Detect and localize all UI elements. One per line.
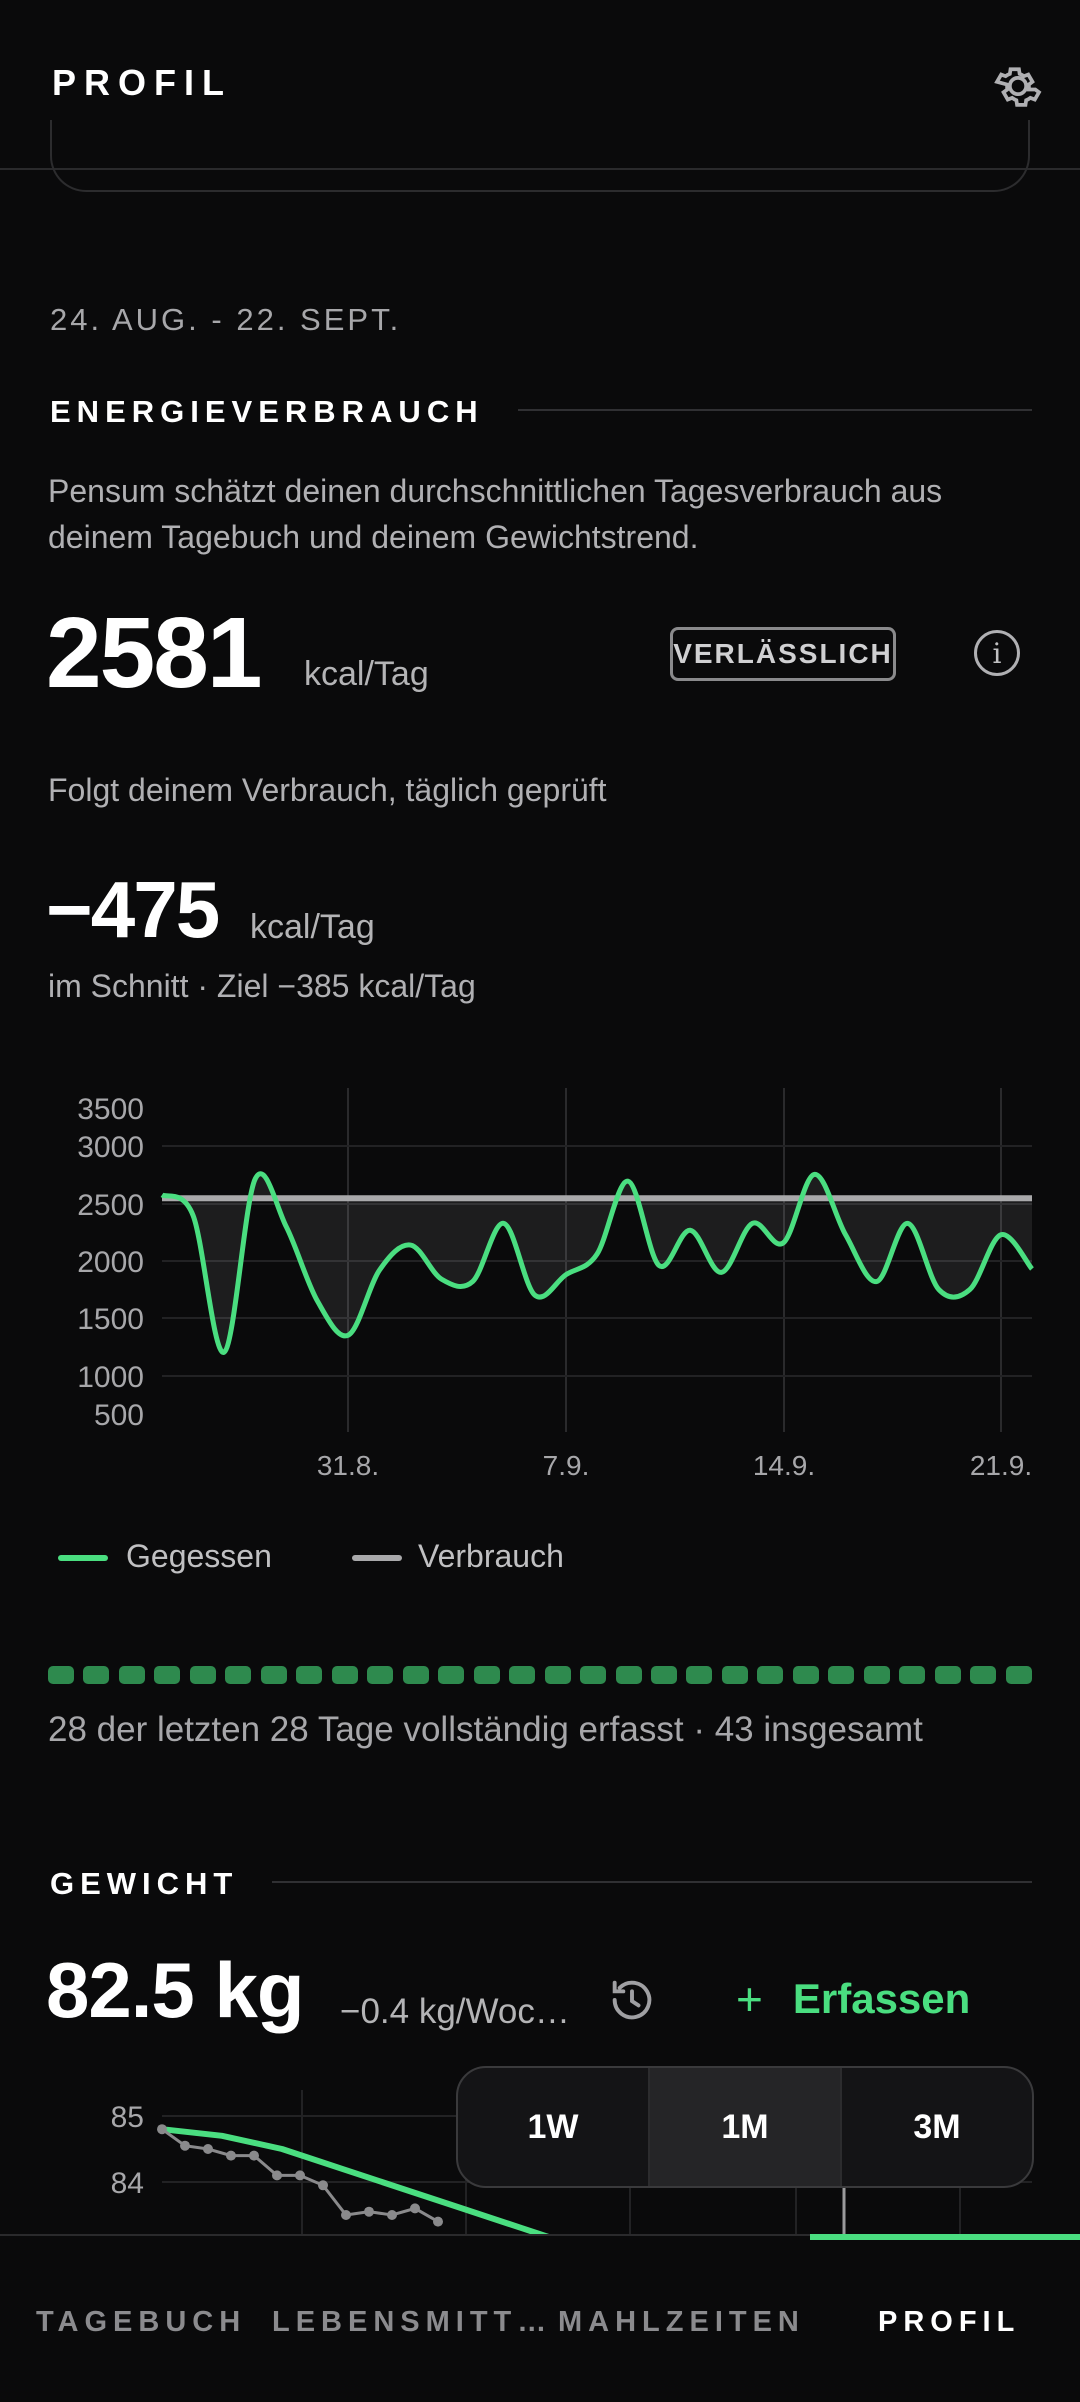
legend-swatch-expenditure — [352, 1555, 402, 1561]
energy-value: 2581 — [46, 597, 262, 709]
energy-unit: kcal/Tag — [304, 655, 429, 693]
day-complete-dot — [899, 1666, 926, 1684]
nav-active-indicator — [810, 2234, 1080, 2240]
weight-rate: −0.4 kg/Woc… — [340, 1992, 570, 2031]
info-icon[interactable]: i — [974, 630, 1020, 676]
range-1m[interactable]: 1M — [648, 2068, 840, 2186]
y-tick-label: 3000 — [77, 1131, 144, 1164]
weight-value: 82.5 kg — [46, 1946, 305, 2034]
weight-point — [249, 2150, 259, 2161]
nav-tab-foods[interactable]: LEBENSMITT… — [272, 2306, 552, 2339]
day-complete-dot — [331, 1666, 358, 1684]
section-title-energy: ENERGIEVERBRAUCH — [50, 394, 484, 429]
weight-point — [203, 2144, 213, 2154]
energy-chart: 3500 3000 2500 2000 1500 1000 500 31.8. 7.9. 14.9… — [77, 1088, 1034, 1481]
weight-point — [295, 2170, 305, 2181]
weight-point — [318, 2180, 328, 2191]
weight-point — [341, 2210, 351, 2220]
deficit-unit: kcal/Tag — [250, 908, 375, 946]
day-complete-dot — [189, 1666, 216, 1684]
weight-point — [364, 2206, 374, 2217]
day-complete-dot — [650, 1666, 677, 1684]
section-divider — [518, 409, 1032, 411]
y-tick-label: 85 — [111, 2101, 144, 2134]
range-1w[interactable]: 1W — [458, 2068, 648, 2186]
section-title-weight: GEWICHT — [50, 1866, 239, 1901]
y-tick-label: 1000 — [77, 1361, 144, 1394]
range-selector: 1W 1M 3M — [456, 2066, 1034, 2188]
collapsed-card — [50, 120, 1030, 192]
day-complete-dot — [367, 1666, 394, 1684]
weight-point — [272, 2170, 282, 2181]
add-weight-button[interactable]: + Erfassen — [736, 1972, 970, 2026]
day-complete-dot — [83, 1666, 110, 1684]
day-complete-dot — [828, 1666, 855, 1684]
nav-tab-meals[interactable]: MAHLZEITEN — [558, 2306, 805, 2339]
completeness-text: 28 der letzten 28 Tage vollständig erfas… — [48, 1710, 923, 1749]
completeness-dots — [48, 1666, 1032, 1684]
weight-point — [157, 2124, 167, 2135]
history-icon[interactable] — [606, 1974, 658, 2026]
day-complete-dot — [615, 1666, 642, 1684]
day-complete-dot — [296, 1666, 323, 1684]
nav-tab-profile[interactable]: PROFIL — [878, 2306, 1020, 2339]
day-complete-dot — [509, 1666, 536, 1684]
weight-point — [410, 2203, 420, 2214]
day-complete-dot — [118, 1666, 145, 1684]
section-divider — [272, 1881, 1032, 1883]
weight-point — [180, 2140, 190, 2151]
date-range: 24. AUG. - 22. SEPT. — [50, 302, 402, 337]
day-complete-dot — [225, 1666, 252, 1684]
day-complete-dot — [473, 1666, 500, 1684]
day-complete-dot — [154, 1666, 181, 1684]
deficit-caption: im Schnitt · Ziel −385 kcal/Tag — [48, 968, 476, 1004]
x-tick-label: 14.9. — [753, 1450, 815, 1481]
bottom-nav: TAGEBUCH LEBENSMITT… MAHLZEITEN PROFIL — [0, 2234, 1080, 2402]
day-complete-dot — [970, 1666, 997, 1684]
x-tick-label: 31.8. — [317, 1450, 379, 1481]
legend-swatch-eaten — [58, 1555, 108, 1561]
day-complete-dot — [438, 1666, 465, 1684]
day-complete-dot — [792, 1666, 819, 1684]
y-tick-label: 2000 — [77, 1246, 144, 1279]
day-complete-dot — [934, 1666, 961, 1684]
day-complete-dot — [757, 1666, 784, 1684]
day-complete-dot — [580, 1666, 607, 1684]
y-tick-label: 3500 — [77, 1093, 144, 1126]
y-tick-label: 84 — [111, 2167, 144, 2200]
deficit-value: −475 — [46, 865, 220, 954]
legend-label-eaten: Gegessen — [126, 1538, 272, 1574]
weight-point — [387, 2210, 397, 2220]
legend-label-expenditure: Verbrauch — [418, 1538, 564, 1574]
nav-tab-diary[interactable]: TAGEBUCH — [36, 2306, 246, 2339]
y-tick-label: 2500 — [77, 1189, 144, 1222]
range-3m[interactable]: 3M — [840, 2068, 1032, 2186]
day-complete-dot — [721, 1666, 748, 1684]
tracking-text: Folgt deinem Verbrauch, täglich geprüft — [48, 772, 607, 808]
day-complete-dot — [544, 1666, 571, 1684]
y-tick-label: 500 — [94, 1399, 144, 1432]
add-weight-label: Erfassen — [792, 1975, 971, 2022]
day-complete-dot — [1005, 1666, 1032, 1684]
plus-icon: + — [736, 1973, 763, 2025]
day-complete-dot — [260, 1666, 287, 1684]
weight-point — [226, 2150, 236, 2161]
y-tick-label: 1500 — [77, 1303, 144, 1336]
energy-description: Pensum schätzt deinen durchschnittlichen… — [48, 473, 943, 555]
day-complete-dot — [402, 1666, 429, 1684]
x-tick-label: 7.9. — [543, 1450, 590, 1481]
day-complete-dot — [48, 1666, 74, 1684]
day-complete-dot — [686, 1666, 713, 1684]
gear-icon[interactable] — [990, 58, 1046, 114]
reliability-badge: VERLÄSSLICH — [670, 627, 896, 681]
x-tick-label: 21.9. — [970, 1450, 1032, 1481]
day-complete-dot — [863, 1666, 890, 1684]
page-title: PROFIL — [52, 62, 232, 103]
weight-point — [433, 2216, 443, 2227]
